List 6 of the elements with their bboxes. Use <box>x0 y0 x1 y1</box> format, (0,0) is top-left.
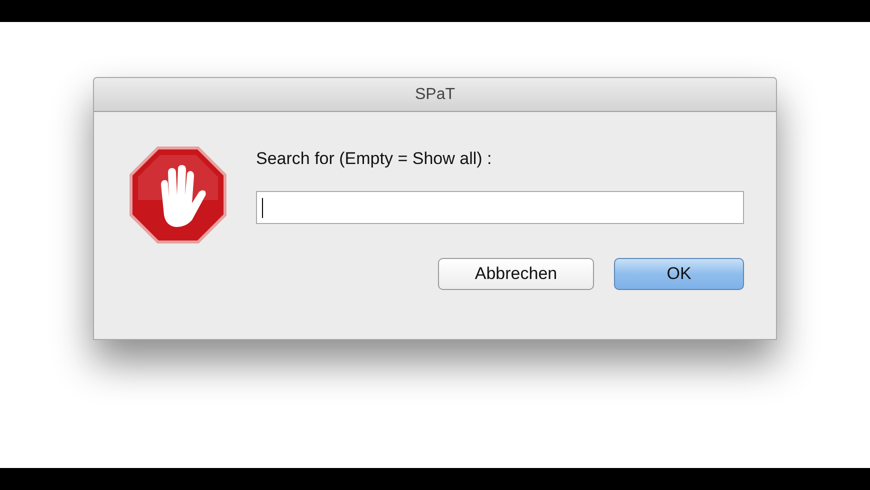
stop-hand-icon <box>128 145 228 245</box>
window-title: SPaT <box>414 86 455 104</box>
cancel-button[interactable]: Abbrechen <box>438 258 594 290</box>
ok-button[interactable]: OK <box>614 258 744 290</box>
prompt-label: Search for (Empty = Show all) : <box>256 149 493 169</box>
search-field[interactable] <box>256 191 744 224</box>
